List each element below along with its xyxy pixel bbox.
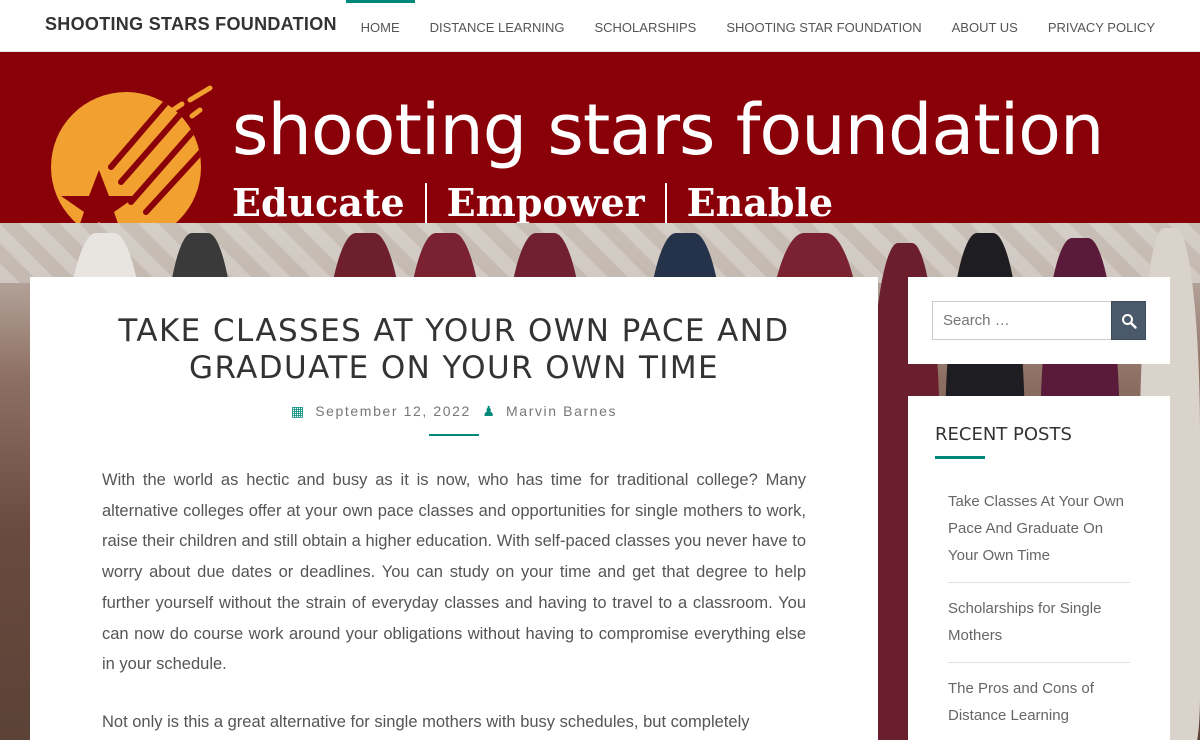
post-content: With the world as hectic and busy as it …	[102, 465, 806, 740]
calendar-icon: ▦	[290, 403, 306, 419]
search-input[interactable]	[932, 301, 1112, 340]
post-title[interactable]: TAKE CLASSES AT YOUR OWN PACE AND GRADUA…	[90, 313, 818, 387]
post-paragraph: With the world as hectic and busy as it …	[102, 471, 806, 674]
tagline-divider	[664, 182, 667, 223]
banner-tagline: Educate Empower Enable	[232, 180, 833, 223]
tagline-educate: Educate	[232, 180, 405, 223]
nav-item-privacy-policy[interactable]: PRIVACY POLICY	[1033, 0, 1170, 52]
tagline-divider	[424, 182, 427, 223]
title-divider	[429, 434, 479, 436]
post-card: TAKE CLASSES AT YOUR OWN PACE AND GRADUA…	[30, 277, 878, 740]
post-author[interactable]: Marvin Barnes	[506, 403, 617, 419]
nav-item-about-us[interactable]: ABOUT US	[937, 0, 1033, 52]
recent-post-link[interactable]: Scholarships for Single Mothers	[948, 595, 1130, 663]
star-trail-icon	[167, 85, 213, 119]
search-widget	[908, 277, 1170, 364]
banner-title: shooting stars foundation	[232, 89, 1104, 171]
user-icon: ♟	[482, 403, 497, 419]
post-meta: ▦ September 12, 2022 ♟ Marvin Barnes	[30, 403, 878, 420]
recent-posts-list: Take Classes At Your Own Pace And Gradua…	[948, 488, 1130, 740]
search-button[interactable]	[1111, 301, 1146, 340]
site-title[interactable]: SHOOTING STARS FOUNDATION	[45, 14, 337, 35]
main-nav: HOME DISTANCE LEARNING SCHOLARSHIPS SHOO…	[345, 0, 1170, 52]
nav-item-scholarships[interactable]: SCHOLARSHIPS	[579, 0, 711, 52]
post-paragraph: Not only is this a great alternative for…	[102, 712, 750, 731]
post-date[interactable]: September 12, 2022	[315, 403, 471, 419]
search-icon	[1121, 313, 1137, 329]
recent-posts-widget: RECENT POSTS Take Classes At Your Own Pa…	[908, 396, 1170, 740]
recent-posts-divider	[935, 456, 985, 459]
tagline-enable: Enable	[686, 180, 834, 223]
nav-item-shooting-star-foundation[interactable]: SHOOTING STAR FOUNDATION	[711, 0, 936, 52]
tagline-empower: Empower	[446, 180, 645, 223]
top-navbar: SHOOTING STARS FOUNDATION HOME DISTANCE …	[0, 0, 1200, 52]
recent-post-link[interactable]: The Pros and Cons of Distance Learning	[948, 675, 1130, 740]
recent-post-link[interactable]: Take Classes At Your Own Pace And Gradua…	[948, 488, 1130, 583]
header-banner: shooting stars foundation Educate Empowe…	[0, 52, 1200, 223]
nav-item-home[interactable]: HOME	[345, 0, 415, 52]
recent-posts-heading: RECENT POSTS	[935, 424, 1072, 445]
nav-item-distance-learning[interactable]: DISTANCE LEARNING	[415, 0, 580, 52]
